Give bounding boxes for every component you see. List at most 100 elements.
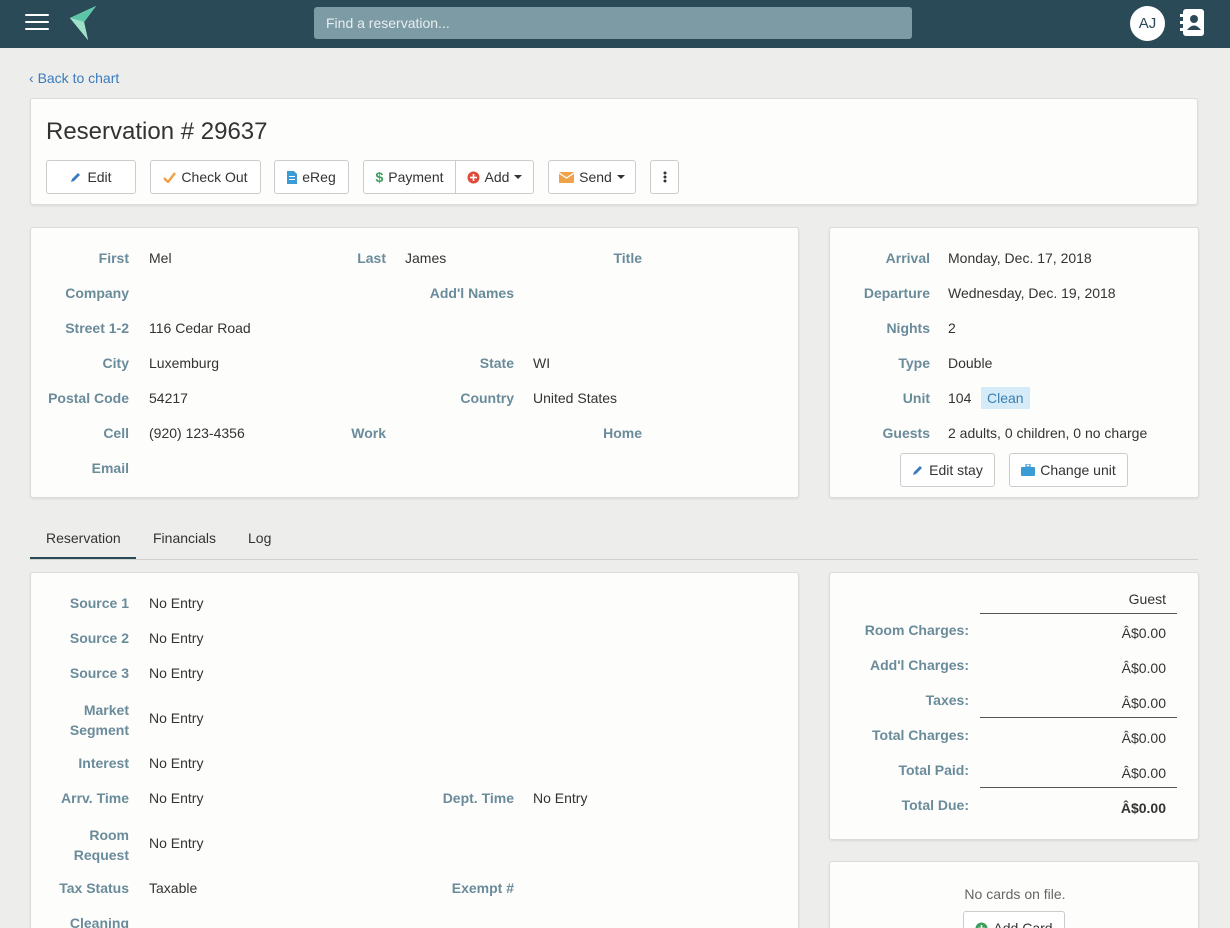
exempt-label: Exempt # xyxy=(451,880,514,896)
logo-icon[interactable] xyxy=(66,4,98,42)
room-charges-value: Â$0.00 xyxy=(1121,625,1166,641)
contacts-icon[interactable] xyxy=(1180,8,1207,37)
active-tab-indicator xyxy=(30,557,136,559)
reservation-header-panel: Reservation # 29637 Edit Check Out eReg … xyxy=(30,98,1198,205)
market-label-line1: Market xyxy=(83,702,129,718)
envelope-icon xyxy=(559,171,575,183)
company-label: Company xyxy=(65,285,129,301)
email-label: Email xyxy=(91,460,129,476)
country-value: United States xyxy=(533,390,618,406)
cell-value: (920) 123-4356 xyxy=(149,425,245,441)
room-request-label: Room Request xyxy=(74,825,129,865)
work-label: Work xyxy=(351,425,386,441)
city-value: Luxemburg xyxy=(149,355,220,371)
last-value: James xyxy=(405,250,447,266)
unit-status-badge: Clean xyxy=(981,387,1030,409)
stay-info-panel: Arrival Monday, Dec. 17, 2018 Departure … xyxy=(829,227,1199,498)
tabs-divider xyxy=(30,559,1198,560)
postal-code-value: 54217 xyxy=(149,390,188,406)
country-label: Country xyxy=(460,390,514,406)
add-dropdown-button[interactable]: Add xyxy=(456,160,534,194)
financial-summary-panel: Guest Room Charges: Â$0.00 Add'l Charges… xyxy=(829,572,1199,840)
send-dropdown-button[interactable]: Send xyxy=(548,160,636,194)
edit-button[interactable]: Edit xyxy=(46,160,136,194)
plus-circle-icon xyxy=(467,171,480,183)
charges-divider xyxy=(980,717,1177,718)
check-out-label: Check Out xyxy=(181,169,248,185)
state-label: State xyxy=(479,355,514,371)
dept-time-label: Dept. Time xyxy=(442,790,514,806)
ereg-button[interactable]: eReg xyxy=(274,160,349,194)
add-label: Add xyxy=(484,169,510,185)
total-due-label: Total Due: xyxy=(901,797,969,813)
no-cards-text: No cards on file. xyxy=(964,886,1066,902)
cards-panel: No cards on file. Add Card xyxy=(829,861,1199,928)
payment-button[interactable]: $ Payment xyxy=(363,160,456,194)
street-label: Street 1-2 xyxy=(65,320,129,336)
change-unit-label: Change unit xyxy=(1040,462,1116,478)
edit-stay-button[interactable]: Edit stay xyxy=(900,453,995,487)
market-label-line2: Segment xyxy=(69,722,129,738)
type-label: Type xyxy=(898,355,930,371)
state-value: WI xyxy=(533,355,551,371)
title-label: Title xyxy=(613,250,642,266)
more-options-button[interactable] xyxy=(650,160,679,194)
edit-stay-label: Edit stay xyxy=(929,462,983,478)
nights-label: Nights xyxy=(886,320,930,336)
market-segment-label: Market Segment xyxy=(70,700,129,740)
hamburger-menu-icon[interactable] xyxy=(25,14,49,32)
paid-divider xyxy=(980,787,1177,788)
room-label-line1: Room xyxy=(89,827,129,843)
interest-label: Interest xyxy=(78,755,129,771)
tax-status-value: Taxable xyxy=(149,880,198,896)
guests-label: Guests xyxy=(882,425,930,441)
first-value: Mel xyxy=(149,250,172,266)
addl-charges-label: Add'l Charges: xyxy=(869,657,969,673)
dollar-icon: $ xyxy=(375,169,384,185)
guests-value: 2 adults, 0 children, 0 no charge xyxy=(948,425,1148,441)
add-card-button[interactable]: Add Card xyxy=(963,911,1065,928)
ereg-label: eReg xyxy=(302,169,336,185)
arrv-time-value: No Entry xyxy=(149,790,204,806)
suitcase-icon xyxy=(1021,464,1036,476)
type-value: Double xyxy=(948,355,993,371)
city-label: City xyxy=(102,355,129,371)
caret-down-icon xyxy=(514,175,523,179)
plus-circle-icon xyxy=(975,922,988,928)
unit-value: 104 xyxy=(948,390,972,406)
vertical-ellipsis-icon xyxy=(663,171,666,183)
dept-time-value: No Entry xyxy=(533,790,588,806)
cell-label: Cell xyxy=(103,425,129,441)
addl-charges-value: Â$0.00 xyxy=(1121,660,1166,676)
total-paid-value: Â$0.00 xyxy=(1121,765,1166,781)
first-label: First xyxy=(98,250,129,266)
tab-log[interactable]: Log xyxy=(248,530,271,546)
change-unit-button[interactable]: Change unit xyxy=(1009,453,1128,487)
source3-value: No Entry xyxy=(149,665,204,681)
source2-label: Source 2 xyxy=(69,630,129,646)
edit-label: Edit xyxy=(87,169,112,185)
send-label: Send xyxy=(579,169,612,185)
search-input[interactable] xyxy=(314,7,912,39)
reservation-details-panel: Source 1 No Entry Source 2 No Entry Sour… xyxy=(30,572,799,928)
departure-value: Wednesday, Dec. 19, 2018 xyxy=(948,285,1116,301)
page-title: Reservation # 29637 xyxy=(46,118,268,145)
postal-code-label: Postal Code xyxy=(48,390,129,406)
payment-label: Payment xyxy=(388,169,444,185)
tab-financials[interactable]: Financials xyxy=(153,530,216,546)
back-to-chart-link[interactable]: ‹ Back to chart xyxy=(29,70,119,86)
total-charges-label: Total Charges: xyxy=(872,727,969,743)
taxes-value: Â$0.00 xyxy=(1121,695,1166,711)
taxes-label: Taxes: xyxy=(925,692,969,708)
market-segment-value: No Entry xyxy=(149,710,204,726)
tab-reservation[interactable]: Reservation xyxy=(46,530,121,546)
add-card-label: Add Card xyxy=(993,920,1053,928)
check-icon xyxy=(163,171,177,183)
pencil-icon xyxy=(913,466,923,475)
addl-names-label: Add'l Names xyxy=(429,285,514,301)
room-charges-label: Room Charges: xyxy=(864,622,969,638)
interest-value: No Entry xyxy=(149,755,204,771)
guest-column-header: Guest xyxy=(1128,591,1166,607)
avatar[interactable]: AJ xyxy=(1130,6,1165,41)
check-out-button[interactable]: Check Out xyxy=(150,160,261,194)
